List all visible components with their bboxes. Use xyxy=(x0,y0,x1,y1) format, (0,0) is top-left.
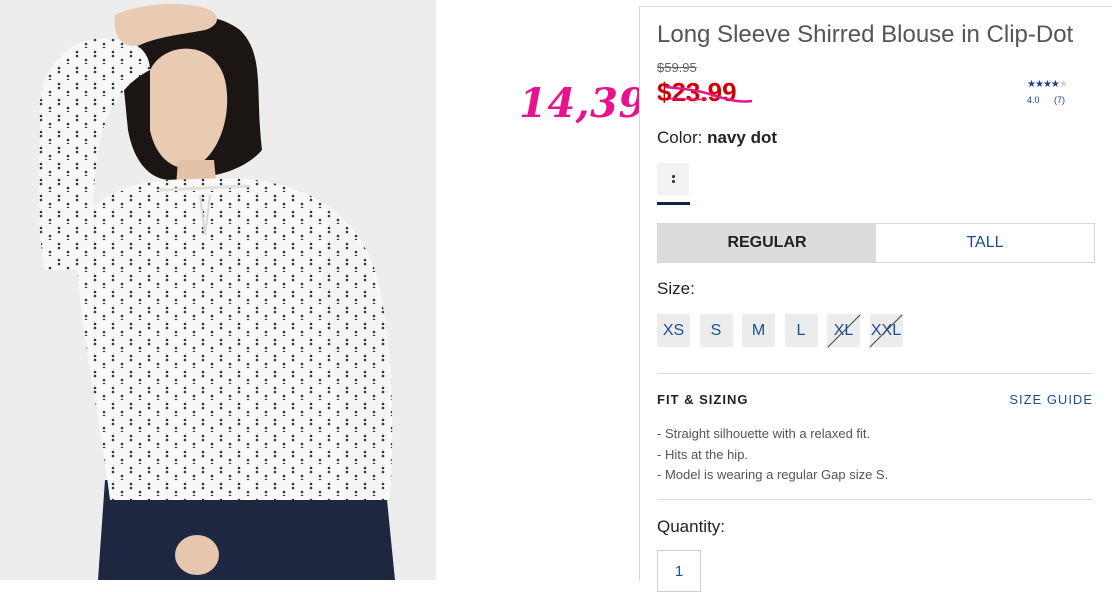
size-option-m[interactable]: M xyxy=(742,314,775,347)
list-item: - Model is wearing a regular Gap size S. xyxy=(657,467,889,482)
star-rating: ★★★★★ xyxy=(1027,79,1087,91)
handwritten-price-annotation: 14,39 xyxy=(519,80,647,127)
star-icon: ★ xyxy=(1034,79,1044,90)
product-image xyxy=(0,0,436,580)
list-item: - Straight silhouette with a relaxed fit… xyxy=(657,426,871,441)
sale-price-wrapper: $23.99 xyxy=(657,77,753,108)
fit-details-list: - Straight silhouette with a relaxed fit… xyxy=(657,424,888,486)
product-details-panel: Long Sleeve Shirred Blouse in Clip-Dot $… xyxy=(639,6,1112,592)
navy-dot-swatch-icon xyxy=(671,175,675,183)
product-title: Long Sleeve Shirred Blouse in Clip-Dot xyxy=(657,21,1074,48)
section-divider xyxy=(657,373,1093,374)
color-selection: Color: navy dot xyxy=(657,128,777,148)
fit-option-tall[interactable]: TALL xyxy=(876,224,1094,262)
rating-value: 4.0 xyxy=(1027,95,1040,105)
fit-toggle: REGULAR TALL xyxy=(657,223,1095,263)
size-option-xl-unavailable[interactable]: XL xyxy=(827,314,860,347)
color-label: Color: xyxy=(657,128,703,147)
size-option-xxl-unavailable[interactable]: XXL xyxy=(869,314,903,347)
color-value: navy dot xyxy=(707,128,777,147)
size-option-xs[interactable]: XS xyxy=(657,314,690,347)
size-option-s[interactable]: S xyxy=(699,314,733,347)
original-price: $59.95 xyxy=(657,60,697,75)
section-divider xyxy=(657,499,1093,500)
star-icon: ★ xyxy=(1058,79,1068,90)
fit-sizing-heading: FIT & SIZING xyxy=(657,392,749,407)
star-icon: ★ xyxy=(1042,79,1052,90)
list-item: - Hits at the hip. xyxy=(657,446,749,462)
size-guide-link[interactable]: SIZE GUIDE xyxy=(1009,392,1093,407)
rating-summary[interactable]: ★★★★★ 4.0 (7) xyxy=(1027,79,1087,105)
star-icon: ★ xyxy=(1027,79,1036,90)
size-selector: XS S M L XL XXL xyxy=(657,314,912,347)
sale-price: $23.99 xyxy=(657,77,737,107)
size-label: Size: xyxy=(657,279,695,298)
quantity-select[interactable]: 1 xyxy=(657,550,701,592)
fit-option-regular[interactable]: REGULAR xyxy=(658,224,876,262)
selected-swatch-indicator xyxy=(657,202,690,205)
quantity-label: Quantity: xyxy=(657,517,726,536)
color-swatch-navy-dot[interactable] xyxy=(657,163,689,195)
size-option-l[interactable]: L xyxy=(784,314,818,347)
review-count-link[interactable]: (7) xyxy=(1054,95,1065,105)
star-icon: ★ xyxy=(1050,79,1060,90)
